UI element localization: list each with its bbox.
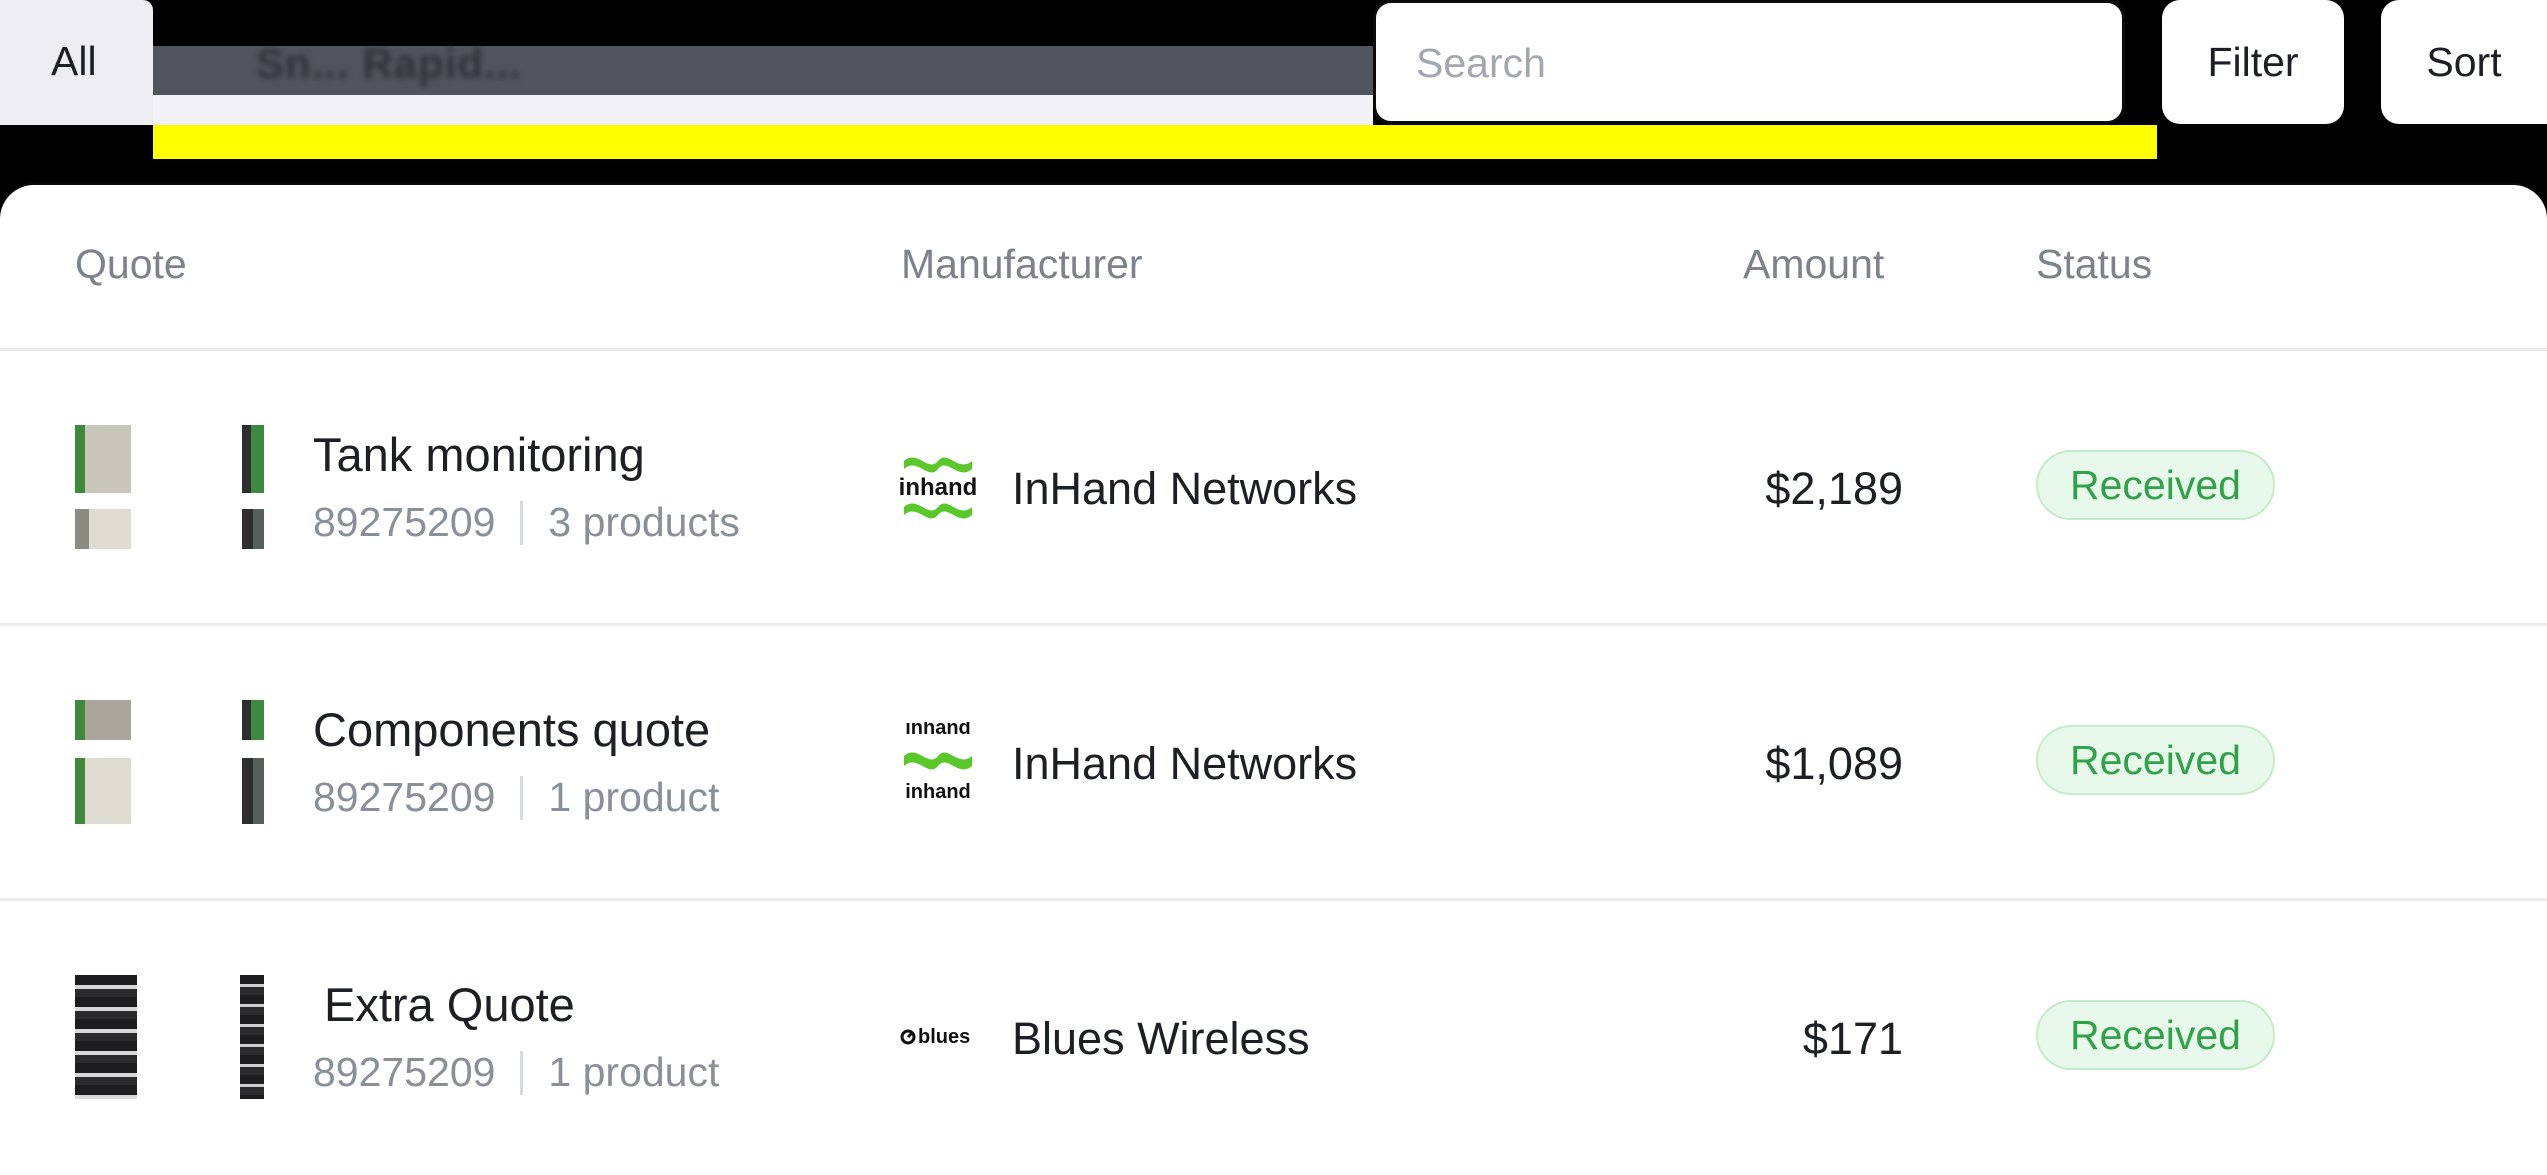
quote-meta: 89275209 1 product <box>313 774 719 821</box>
svg-text:inhand: inhand <box>905 781 971 802</box>
status-badge: Received <box>2036 1000 2275 1070</box>
search-box[interactable] <box>1373 0 2125 124</box>
meta-divider <box>520 500 524 545</box>
quote-title[interactable]: Extra Quote <box>324 977 575 1032</box>
quote-number: 89275209 <box>313 1049 496 1095</box>
column-header-manufacturer[interactable]: Manufacturer <box>901 241 1143 288</box>
product-count: 3 products <box>548 499 740 545</box>
table-row[interactable]: Components quote 89275209 1 product inha… <box>0 623 2547 899</box>
status-badge: Received <box>2036 725 2275 795</box>
product-image <box>242 425 264 549</box>
tab-all[interactable]: All <box>0 0 153 125</box>
column-header-status[interactable]: Status <box>2036 241 2152 288</box>
sort-button[interactable]: Sort <box>2381 0 2547 124</box>
meta-divider <box>520 1050 524 1095</box>
tab-all-label: All <box>51 38 97 84</box>
quote-amount: $2,189 <box>1765 463 1903 514</box>
table-row[interactable]: Extra Quote 89275209 1 product blues Blu… <box>0 898 2547 1174</box>
search-input[interactable] <box>1414 31 2078 95</box>
product-image <box>75 700 131 824</box>
quote-meta: 89275209 1 product <box>313 1049 719 1096</box>
highlight-bar <box>153 125 2157 159</box>
svg-text:inhand: inhand <box>905 722 971 739</box>
quote-amount: $171 <box>1802 1013 1903 1064</box>
svg-text:blues: blues <box>918 1026 970 1048</box>
quote-title[interactable]: Tank monitoring <box>313 427 645 482</box>
table-row[interactable]: Tank monitoring 89275209 3 products inha… <box>0 348 2547 624</box>
quote-title[interactable]: Components quote <box>313 702 710 757</box>
tab-redacted-label: Sn... Rapid... <box>256 40 523 87</box>
quote-number: 89275209 <box>313 774 496 820</box>
quotes-table: Quote Manufacturer Amount Status Tank mo… <box>0 185 2547 1175</box>
inhand-logo-icon: inhand <box>899 457 978 519</box>
column-header-amount[interactable]: Amount <box>1743 241 1884 288</box>
blues-logo-icon: blues <box>900 1026 970 1048</box>
filter-button[interactable]: Filter <box>2162 0 2344 124</box>
status-badge: Received <box>2036 450 2275 520</box>
product-image <box>75 975 137 1099</box>
tab-strip-redacted: Sn... Rapid... <box>153 40 1373 95</box>
product-image <box>242 700 264 824</box>
product-count: 1 product <box>548 1049 720 1095</box>
svg-text:inhand: inhand <box>899 474 978 501</box>
manufacturer-name: Blues Wireless <box>1012 1013 1310 1064</box>
column-header-quote[interactable]: Quote <box>75 241 187 288</box>
product-image <box>240 975 264 1099</box>
quote-number: 89275209 <box>313 499 496 545</box>
quote-meta: 89275209 3 products <box>313 499 740 546</box>
product-count: 1 product <box>548 774 720 820</box>
quote-amount: $1,089 <box>1765 738 1903 789</box>
meta-divider <box>520 775 524 820</box>
manufacturer-name: InHand Networks <box>1012 738 1358 789</box>
manufacturer-name: InHand Networks <box>1012 463 1358 514</box>
inhand-logo-icon: inhand inhand <box>904 722 972 802</box>
product-image <box>75 425 131 549</box>
